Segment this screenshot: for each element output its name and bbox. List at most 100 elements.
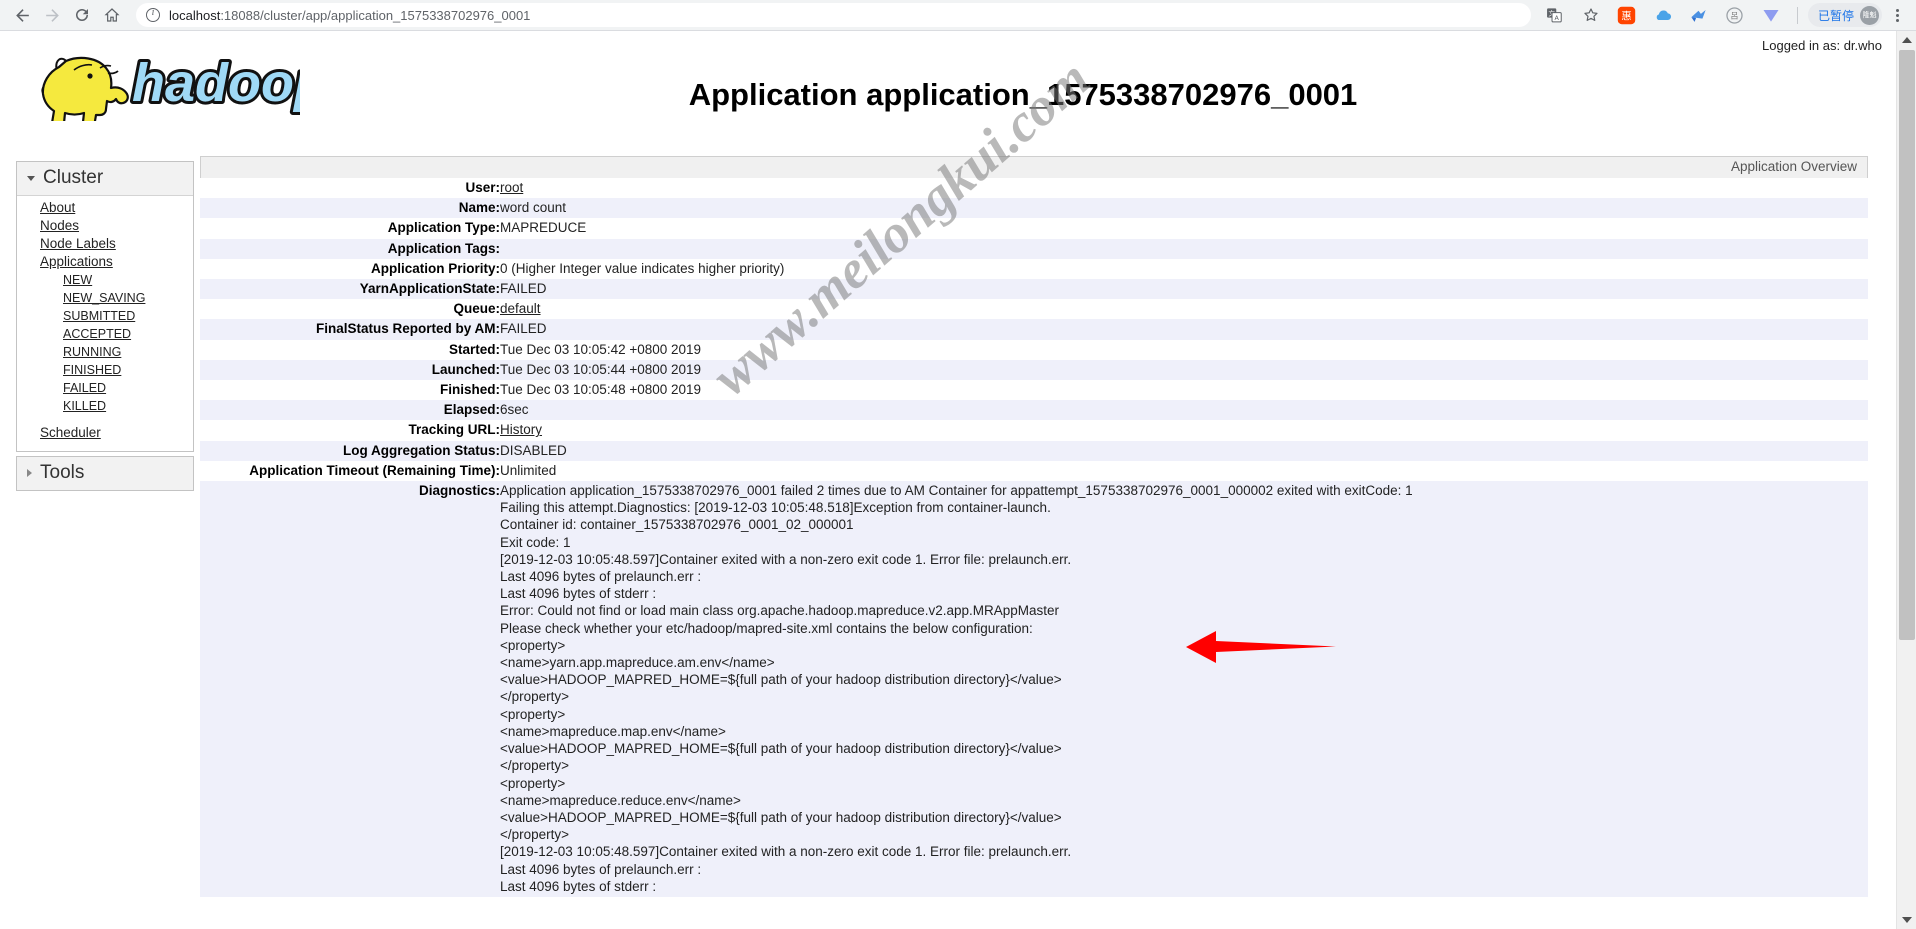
row-label: User: (200, 178, 500, 199)
translate-icon[interactable]: 文 A (1542, 2, 1568, 28)
row-value: 0 (Higher Integer value indicates higher… (500, 258, 1868, 280)
url-text: localhost:18088/cluster/app/application_… (169, 8, 530, 23)
reload-icon[interactable] (68, 1, 96, 29)
application-overview-section: Application Overview User: root Name: word … (200, 156, 1868, 897)
row-value: 6sec (500, 400, 1868, 421)
diagnostics-label: Diagnostics: (200, 481, 500, 897)
browser-toolbar: localhost:18088/cluster/app/application_… (0, 0, 1916, 31)
back-arrow-icon[interactable] (8, 1, 36, 29)
scrollbar-up-button[interactable] (1897, 31, 1916, 49)
row-value: FAILED (500, 279, 1868, 300)
page-content: Logged in as: dr.who hadoop (0, 31, 1896, 929)
sidebar-item-new-saving[interactable]: NEW_SAVING (17, 289, 193, 307)
profile-avatar[interactable]: 隆魁 (1860, 5, 1879, 25)
video-downloader-extension-icon[interactable] (1758, 2, 1784, 28)
row-label: Application Priority: (200, 258, 500, 280)
scroll-down-icon (1902, 917, 1912, 923)
row-value: FAILED (500, 319, 1868, 340)
svg-text:A: A (1555, 14, 1560, 22)
table-row: Application Priority: 0 (Higher Integer v… (200, 258, 1868, 280)
row-label: Application Tags: (200, 238, 500, 259)
tools-extension-icon[interactable]: 呂 (1722, 2, 1748, 28)
diagnostics-text: Application application_1575338702976_00… (500, 481, 1868, 897)
browser-action-icons: 文 A 惠 呂 已暂停 隆魁 (1537, 2, 1908, 28)
sidebar-item-scheduler[interactable]: Scheduler (17, 424, 193, 442)
row-value: MAPREDUCE (500, 218, 1868, 239)
row-value: Tue Dec 03 10:05:42 +0800 2019 (500, 339, 1868, 360)
cloud-extension-icon[interactable] (1650, 2, 1676, 28)
row-value-link[interactable]: root (500, 180, 523, 195)
sidebar-item-applications[interactable]: Applications (17, 253, 193, 271)
row-value (500, 238, 1868, 259)
sidebar-item-submitted[interactable]: SUBMITTED (17, 307, 193, 325)
table-row: Launched: Tue Dec 03 10:05:44 +0800 2019 (200, 359, 1868, 381)
sidebar-item-node-labels[interactable]: Node Labels (17, 235, 193, 253)
sidebar-item-killed[interactable]: KILLED (17, 397, 193, 415)
table-row: Started: Tue Dec 03 10:05:42 +0800 2019 (200, 339, 1868, 360)
table-row: Application Type: MAPREDUCE (200, 218, 1868, 239)
bird-extension-icon[interactable] (1686, 2, 1712, 28)
row-value[interactable]: root (500, 178, 1868, 199)
url-host: localhost (169, 7, 221, 23)
diagnostics-row: Diagnostics: Application application_1575… (200, 481, 1868, 897)
table-row: Application Tags: (200, 238, 1868, 259)
taobao-glyph: 惠 (1622, 9, 1632, 22)
row-value: Unlimited (500, 460, 1868, 482)
row-label: YarnApplicationState: (200, 279, 500, 300)
row-label: Started: (200, 339, 500, 360)
sidebar-item-about[interactable]: About (17, 199, 193, 217)
taobao-coupon-extension-icon[interactable]: 惠 (1614, 2, 1640, 28)
row-label: Name: (200, 198, 500, 219)
scroll-up-icon (1902, 37, 1912, 43)
table-row: Elapsed: 6sec (200, 400, 1868, 421)
scrollbar-down-button[interactable] (1897, 911, 1916, 929)
row-label: Tracking URL: (200, 420, 500, 441)
row-value[interactable]: History (500, 420, 1868, 441)
home-icon[interactable] (98, 1, 126, 29)
row-value: DISABLED (500, 440, 1868, 461)
profile-paused-pill[interactable]: 已暂停 隆魁 (1807, 3, 1882, 27)
table-row: User: root (200, 178, 1868, 199)
sidebar-item-new[interactable]: NEW (17, 271, 193, 289)
table-row: Queue: default (200, 299, 1868, 320)
address-bar[interactable]: localhost:18088/cluster/app/application_… (136, 3, 1531, 27)
hadoop-elephant-icon (41, 56, 129, 129)
cluster-panel-title: Cluster (43, 167, 104, 188)
application-overview-label: Application Overview (1730, 159, 1857, 174)
chevron-right-icon (27, 469, 32, 477)
table-row: FinalStatus Reported by AM: FAILED (200, 319, 1868, 340)
sidebar-item-finished[interactable]: FINISHED (17, 361, 193, 379)
row-label: Application Type: (200, 218, 500, 239)
table-row: Finished: Tue Dec 03 10:05:48 +0800 2019 (200, 380, 1868, 401)
row-value-link[interactable]: History (500, 422, 542, 437)
kebab-menu-icon[interactable] (1886, 8, 1908, 23)
cluster-panel-header[interactable]: Cluster (17, 162, 193, 196)
application-info-table: User: root Name: word count Application Type… (200, 178, 1868, 897)
tools-panel: Tools (16, 456, 194, 491)
sidebar-item-failed[interactable]: FAILED (17, 379, 193, 397)
sidebar-item-running[interactable]: RUNNING (17, 343, 193, 361)
row-value[interactable]: default (500, 299, 1868, 320)
site-info-icon[interactable] (146, 7, 160, 22)
table-row: Application Timeout (Remaining Time): Unl… (200, 460, 1868, 482)
scrollbar-thumb[interactable] (1899, 50, 1915, 640)
application-overview-header: Application Overview (200, 156, 1868, 178)
row-label: Finished: (200, 380, 500, 401)
sidebar-item-accepted[interactable]: ACCEPTED (17, 325, 193, 343)
chevron-down-icon (27, 175, 35, 181)
row-value: word count (500, 198, 1868, 219)
vertical-scrollbar[interactable] (1896, 31, 1916, 929)
row-label: Log Aggregation Status: (200, 440, 500, 461)
tools-panel-header[interactable]: Tools (17, 457, 193, 490)
row-value: Tue Dec 03 10:05:44 +0800 2019 (500, 359, 1868, 381)
application-info-rows: User: root Name: word count Application Type… (200, 178, 1868, 897)
forward-arrow-icon[interactable] (38, 1, 66, 29)
row-value: Tue Dec 03 10:05:48 +0800 2019 (500, 380, 1868, 401)
row-value-link[interactable]: default (500, 301, 541, 316)
star-icon[interactable] (1578, 2, 1604, 28)
cluster-panel-body: About Nodes Node Labels Applications NEW… (17, 196, 193, 451)
sidebar-item-nodes[interactable]: Nodes (17, 217, 193, 235)
profile-paused-label: 已暂停 (1817, 8, 1854, 23)
url-path: :18088/cluster/app/application_157533870… (220, 7, 531, 23)
